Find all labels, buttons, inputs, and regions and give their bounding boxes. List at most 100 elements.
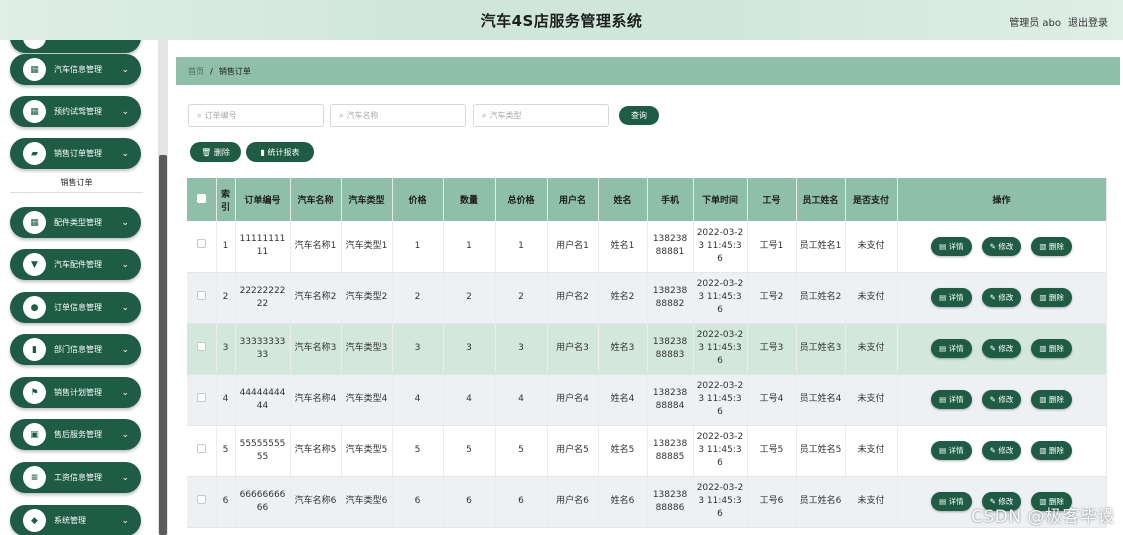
- detail-button[interactable]: ▤ 详情: [931, 236, 972, 256]
- edit-button[interactable]: ✎ 修改: [981, 339, 1022, 358]
- col-order-time: 下单时间: [693, 178, 748, 221]
- delete-button[interactable]: ▥ 删除: [1031, 441, 1072, 460]
- sidebar: ▦ 汽车信息管理 ⌄ ▦ 预约试驾管理 ⌄ ▰ 销售订单管理 ⌄ 销售订单 ▦ …: [0, 40, 168, 535]
- car-type-placeholder: 汽车类型: [489, 111, 522, 120]
- row-checkbox[interactable]: [196, 290, 206, 300]
- detail-icon: ▤: [939, 293, 947, 302]
- table-row[interactable]: 2 2222222222 汽车名称2 汽车类型2 2 2 2 用户名2 姓名2 …: [187, 272, 1107, 324]
- edit-label: 修改: [998, 241, 1014, 251]
- edit-button[interactable]: ✎ 修改: [981, 441, 1022, 460]
- breadcrumb-home[interactable]: 首页: [188, 66, 204, 77]
- table-row[interactable]: 1 1111111111 汽车名称1 汽车类型1 1 1 1 用户名1 姓名1 …: [187, 221, 1107, 273]
- edit-button[interactable]: ✎ 修改: [981, 236, 1022, 256]
- edit-icon: ✎: [989, 241, 996, 251]
- detail-button[interactable]: ▤ 详情: [931, 441, 972, 460]
- cell-total: 5: [495, 425, 548, 477]
- row-checkbox[interactable]: [196, 443, 206, 453]
- trophy-icon: ▼: [23, 253, 46, 276]
- sidebar-item-label: 配件类型管理: [54, 218, 102, 227]
- sidebar-item-departments[interactable]: ▮ 部门信息管理 ⌄: [10, 334, 141, 365]
- delete-button[interactable]: ▥ 删除: [1031, 339, 1072, 358]
- query-button[interactable]: 查询: [619, 106, 659, 125]
- edit-button[interactable]: ✎ 修改: [981, 390, 1022, 409]
- sidebar-item-sales-plans[interactable]: ⚑ 销售计划管理 ⌄: [10, 377, 141, 408]
- sidebar-item-sales-orders[interactable]: ▰ 销售订单管理 ⌄: [10, 138, 141, 169]
- cell-employee-name: 员工姓名6: [796, 476, 846, 528]
- cell-quantity: 1: [443, 221, 496, 273]
- table-row[interactable]: 3 3333333333 汽车名称3 汽车类型3 3 3 3 用户名3 姓名3 …: [187, 323, 1107, 375]
- sidebar-item-salary[interactable]: ≡ 工资信息管理 ⌄: [10, 462, 141, 493]
- cell-paid: 未支付: [845, 476, 898, 528]
- user-icon: ●: [23, 296, 46, 319]
- delete-button[interactable]: ▥ 删除: [1031, 236, 1072, 256]
- col-car-type: 汽车类型: [341, 178, 393, 221]
- bar-chart-icon: ▮: [260, 147, 265, 157]
- table-row[interactable]: 6 6666666666 汽车名称6 汽车类型6 6 6 6 用户名6 姓名6 …: [187, 476, 1107, 528]
- edit-label: 修改: [998, 293, 1014, 302]
- row-checkbox[interactable]: [196, 239, 206, 249]
- trash-icon: ▥: [1039, 241, 1047, 251]
- cell-phone: 13823888886: [647, 476, 694, 528]
- cell-car-name: 汽车名称6: [290, 476, 342, 528]
- detail-label: 详情: [948, 446, 964, 455]
- edit-icon: ✎: [989, 395, 996, 404]
- cell-employee-no: 工号3: [747, 323, 797, 375]
- car-name-input[interactable]: ⌕ 汽车名称: [330, 104, 466, 127]
- edit-icon: ✎: [989, 293, 996, 302]
- sidebar-scroll-thumb[interactable]: [159, 155, 167, 535]
- row-checkbox[interactable]: [196, 392, 206, 402]
- car-type-input[interactable]: ⌕ 汽车类型: [473, 104, 609, 127]
- main-content: 首页 / 销售订单 ⌕ 订单编号 ⌕ 汽车名称 ⌕ 汽车类型 查询 🗑︎ 删除 …: [168, 40, 1123, 535]
- row-checkbox[interactable]: [196, 494, 206, 504]
- delete-label: 删除: [1048, 344, 1064, 353]
- batch-delete-button[interactable]: 🗑︎ 删除: [190, 142, 241, 162]
- submenu-sales-order[interactable]: 销售订单: [10, 173, 143, 193]
- car-name-placeholder: 汽车名称: [346, 111, 379, 120]
- col-index: 索引: [216, 178, 236, 221]
- sidebar-item-part-types[interactable]: ▦ 配件类型管理 ⌄: [10, 207, 141, 238]
- cell-employee-no: 工号1: [747, 221, 797, 273]
- sidebar-item-label: 工资信息管理: [54, 473, 102, 482]
- cell-car-name: 汽车名称1: [290, 221, 342, 273]
- delete-button[interactable]: ▥ 删除: [1031, 288, 1072, 307]
- delete-button[interactable]: ▥ 删除: [1031, 390, 1072, 409]
- table-row[interactable]: 5 5555555555 汽车名称5 汽车类型5 5 5 5 用户名5 姓名5 …: [187, 425, 1107, 477]
- row-checkbox[interactable]: [196, 341, 206, 351]
- sidebar-item-after-sales[interactable]: ▣ 售后服务管理 ⌄: [10, 419, 141, 450]
- col-employee-name: 员工姓名: [796, 178, 846, 221]
- delete-label: 删除: [1048, 241, 1064, 251]
- detail-button[interactable]: ▤ 详情: [931, 339, 972, 358]
- select-all-checkbox[interactable]: [196, 193, 206, 203]
- detail-button[interactable]: ▤ 详情: [931, 288, 972, 307]
- cell-paid: 未支付: [845, 425, 898, 477]
- sidebar-item-label: 销售计划管理: [54, 388, 102, 397]
- sidebar-item-test-drive[interactable]: ▦ 预约试驾管理 ⌄: [10, 96, 141, 127]
- cell-phone: 13823888883: [647, 323, 694, 375]
- trash-icon: ▥: [1039, 344, 1047, 353]
- detail-icon: ▤: [939, 446, 947, 455]
- cell-paid: 未支付: [845, 221, 898, 273]
- edit-label: 修改: [998, 395, 1014, 404]
- detail-label: 详情: [948, 497, 964, 506]
- current-user: 管理员 abo: [1009, 18, 1061, 29]
- stats-report-button[interactable]: ▮ 统计报表: [246, 142, 314, 162]
- edit-button[interactable]: ✎ 修改: [981, 288, 1022, 307]
- table-row[interactable]: 4 4444444444 汽车名称4 汽车类型4 4 4 4 用户名4 姓名4 …: [187, 374, 1107, 426]
- sidebar-item-top-partial[interactable]: [10, 40, 141, 53]
- cell-paid: 未支付: [845, 323, 898, 375]
- sidebar-item-system[interactable]: ◆ 系统管理 ⌄: [10, 505, 141, 535]
- detail-button[interactable]: ▤ 详情: [931, 390, 972, 409]
- sidebar-item-car-parts[interactable]: ▼ 汽车配件管理 ⌄: [10, 249, 141, 280]
- cell-total: 1: [495, 221, 548, 273]
- cell-order-time: 2022-03-23 11:45:36: [693, 272, 748, 324]
- logout-link[interactable]: 退出登录: [1068, 14, 1108, 29]
- detail-button[interactable]: ▤ 详情: [931, 492, 972, 511]
- cell-employee-name: 员工姓名5: [796, 425, 846, 477]
- order-number-input[interactable]: ⌕ 订单编号: [188, 104, 324, 127]
- cell-price: 5: [392, 425, 444, 477]
- sidebar-item-order-info[interactable]: ● 订单信息管理 ⌄: [10, 292, 141, 323]
- detail-label: 详情: [948, 293, 964, 302]
- sidebar-item-car-info[interactable]: ▦ 汽车信息管理 ⌄: [10, 54, 141, 85]
- select-all-cell[interactable]: [187, 178, 217, 221]
- sidebar-item-label: 汽车配件管理: [54, 260, 102, 269]
